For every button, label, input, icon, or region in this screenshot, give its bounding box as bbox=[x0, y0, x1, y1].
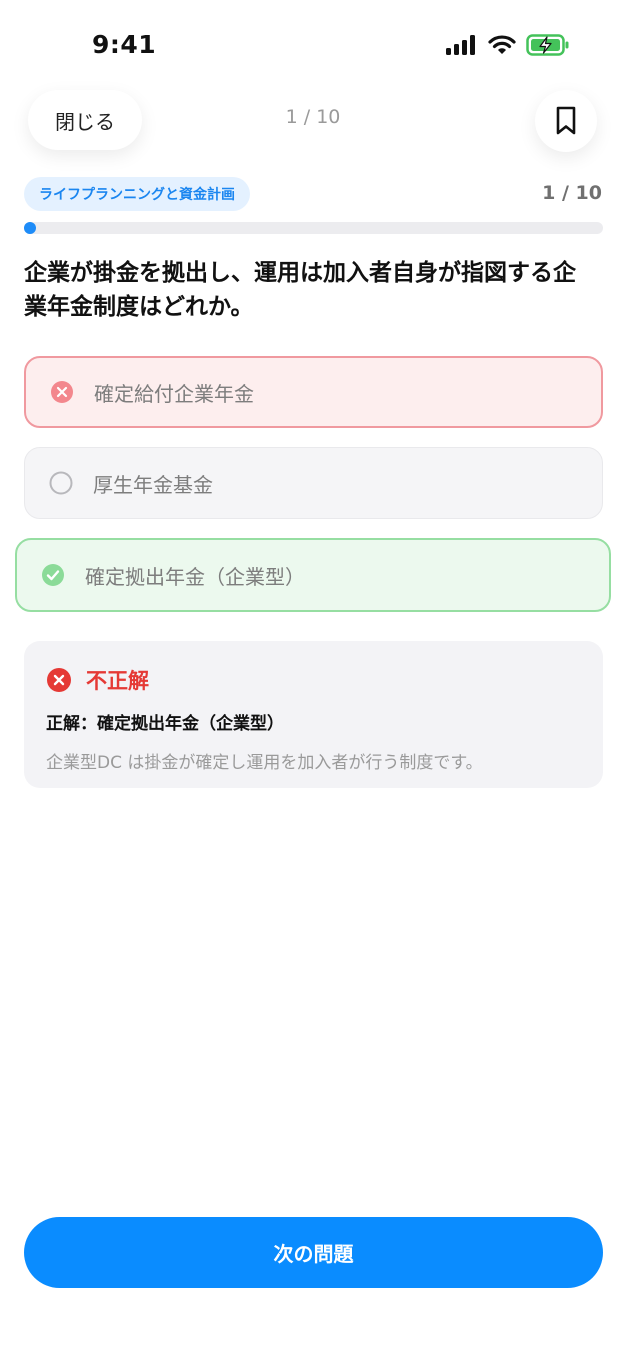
answer-option-label: 確定拠出年金（企業型） bbox=[85, 564, 305, 589]
answer-option-wrong[interactable]: 確定給付企業年金 bbox=[24, 356, 603, 428]
radio-empty-icon bbox=[49, 471, 73, 495]
progress-bar bbox=[24, 222, 603, 234]
result-title: 不正解 bbox=[86, 669, 149, 693]
result-header: 不正解 bbox=[46, 665, 581, 695]
answer-option-correct[interactable]: 確定拠出年金（企業型） bbox=[15, 538, 611, 612]
progress-fill bbox=[24, 222, 36, 234]
answer-option-label: 確定給付企業年金 bbox=[94, 381, 254, 406]
correct-answer: 正解：確定拠出年金（企業型） bbox=[46, 714, 284, 734]
status-icons bbox=[446, 34, 570, 56]
answer-option-label: 厚生年金基金 bbox=[93, 472, 213, 497]
quiz-screen: 9:41 閉じる 1 / 10 ライフプランニングと資金計画 1 / 10 企業… bbox=[0, 0, 626, 1360]
result-card: 不正解 正解：確定拠出年金（企業型） 企業型DC は掛金が確定し運用を加入者が行… bbox=[24, 641, 603, 788]
status-time: 9:41 bbox=[92, 30, 157, 59]
check-circle-icon bbox=[42, 564, 64, 586]
bookmark-button[interactable] bbox=[535, 90, 597, 152]
bookmark-icon bbox=[556, 106, 576, 135]
explanation-text: 企業型DC は掛金が確定し運用を加入者が行う制度です。 bbox=[46, 753, 483, 773]
battery-charging-icon bbox=[526, 34, 569, 56]
category-badge: ライフプランニングと資金計画 bbox=[24, 177, 250, 211]
question-counter: 1 / 10 bbox=[542, 182, 602, 204]
x-circle-icon bbox=[51, 381, 73, 403]
x-circle-icon bbox=[47, 668, 71, 692]
next-question-button[interactable]: 次の問題 bbox=[24, 1217, 603, 1288]
answer-option[interactable]: 厚生年金基金 bbox=[24, 447, 603, 519]
cellular-signal-icon bbox=[446, 35, 475, 55]
wifi-icon bbox=[488, 35, 516, 54]
header-progress: 1 / 10 bbox=[285, 106, 341, 128]
question-text: 企業が掛金を拠出し、運用は加入者自身が指図する企業年金制度はどれか。 bbox=[24, 260, 576, 320]
